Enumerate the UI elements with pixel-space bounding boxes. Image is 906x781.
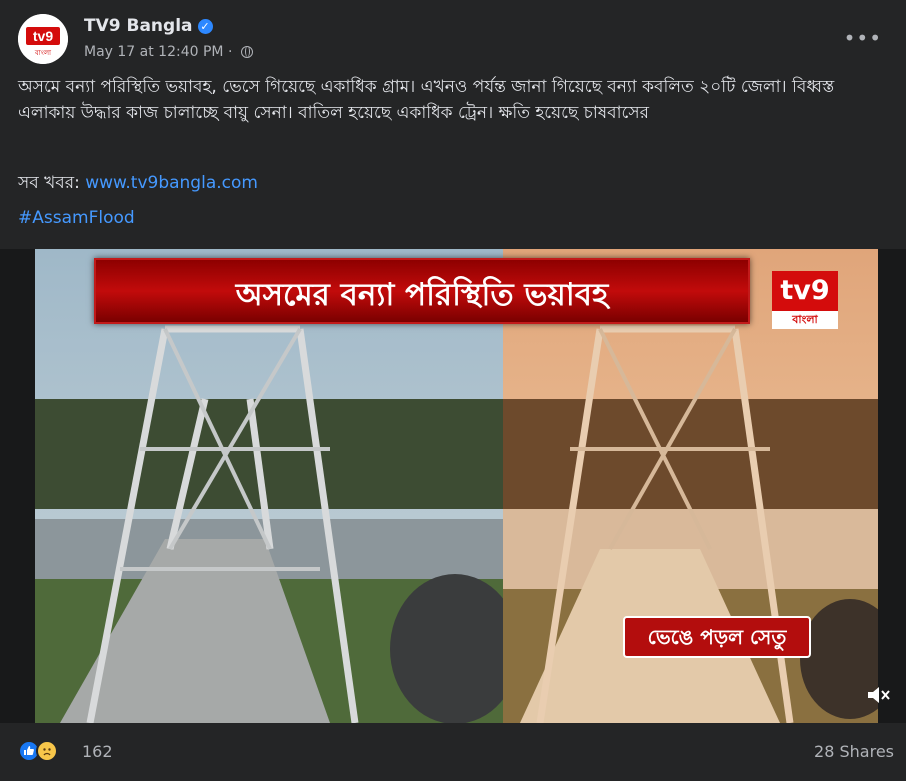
video-headline: অসমের বন্যা পরিস্থিতি ভয়াবহ: [235, 277, 609, 313]
more-news-label: সব খবর:: [18, 173, 80, 193]
website-link[interactable]: www.tv9bangla.com: [85, 173, 258, 193]
post-footer: 162 28 Shares: [18, 738, 894, 770]
svg-text:tv9: tv9: [33, 28, 53, 44]
page-name-row: TV9 Bangla ✓: [84, 16, 213, 36]
reaction-count[interactable]: 162: [82, 742, 113, 761]
more-options-icon[interactable]: •••: [844, 26, 882, 50]
reaction-icons[interactable]: [18, 740, 62, 762]
page-name-link[interactable]: TV9 Bangla: [84, 16, 193, 36]
tv9-logo: tv9 বাংলা: [772, 271, 838, 329]
shares-count[interactable]: 28 Shares: [814, 742, 894, 761]
post-text: অসমে বন্যা পরিস্থিতি ভয়াবহ, ভেসে গিয়েছ…: [18, 77, 835, 123]
post-header: tv9 বাংলা TV9 Bangla ✓ May 17 at 12:40 PM…: [18, 14, 888, 66]
video-player[interactable]: অসমের বন্যা পরিস্থিতি ভয়াবহ tv9 বাংলা ভ…: [0, 249, 906, 723]
more-news-line: সব খবর: www.tv9bangla.com: [18, 170, 258, 198]
meta-separator: ·: [227, 44, 237, 60]
post-meta: May 17 at 12:40 PM ·: [84, 44, 253, 60]
logo-main-text: tv9: [772, 271, 838, 311]
svg-text:বাংলা: বাংলা: [34, 49, 52, 57]
hashtag-link[interactable]: #AssamFlood: [18, 208, 135, 228]
post-timestamp[interactable]: May 17 at 12:40 PM: [84, 44, 224, 60]
facebook-post: tv9 বাংলা TV9 Bangla ✓ May 17 at 12:40 PM…: [0, 0, 906, 781]
page-avatar[interactable]: tv9 বাংলা: [18, 14, 68, 64]
video-caption: ভেঙে পড়ল সেতু: [623, 616, 811, 658]
globe-icon: [240, 46, 253, 58]
video-headline-banner: অসমের বন্যা পরিস্থিতি ভয়াবহ: [94, 258, 750, 324]
verified-badge-icon: ✓: [197, 19, 213, 34]
logo-sub-text: বাংলা: [792, 313, 818, 326]
sad-icon: [36, 740, 58, 762]
